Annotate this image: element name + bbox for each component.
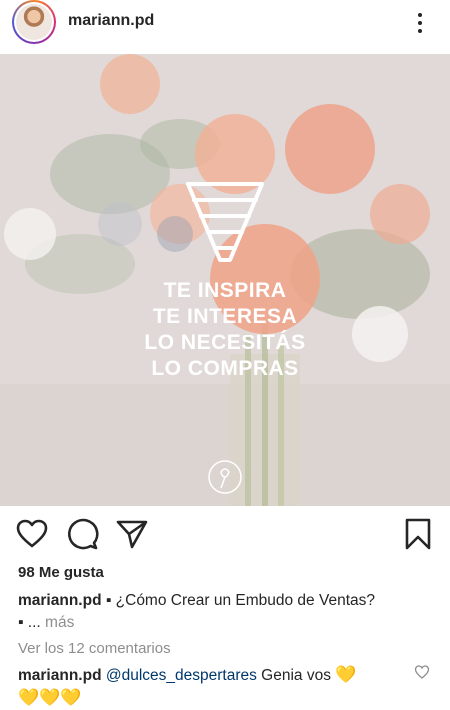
dot [418, 29, 422, 33]
post-image[interactable]: TE INSPIRA TE INTERESA LO NECESITÁS LO C… [0, 54, 450, 506]
comment-text: Genia vos [256, 667, 336, 684]
comment-icon[interactable] [64, 516, 100, 552]
overlay-line-4: LO COMPRAS [151, 357, 299, 380]
comment-username[interactable]: mariann.pd [18, 667, 102, 684]
caption-line2: ▪ ... [18, 614, 46, 631]
comment-mention[interactable]: @dulces_despertares [106, 667, 257, 684]
overlay-line-1: TE INSPIRA [163, 279, 287, 302]
post-overlay-text: TE INSPIRA TE INTERESA LO NECESITÁS LO C… [0, 278, 450, 382]
post-header: mariann.pd [0, 0, 450, 54]
more-vertical-icon[interactable] [410, 10, 430, 36]
caption-username[interactable]: mariann.pd [18, 592, 102, 609]
avatar-image [16, 4, 52, 40]
post-actions [0, 506, 450, 562]
heart-icon[interactable] [14, 516, 50, 552]
yellow-heart-emojis: 💛💛💛 [18, 688, 82, 707]
yellow-heart-emoji: 💛 [335, 665, 357, 684]
dot [418, 13, 422, 17]
like-count[interactable]: 98 Me gusta [18, 564, 104, 581]
avatar-border [14, 2, 54, 42]
overlay-line-3: LO NECESITÁS [144, 331, 306, 354]
caption-more-link[interactable]: más [45, 614, 74, 631]
avatar[interactable] [12, 0, 56, 44]
overlay-line-2: TE INTERESA [152, 305, 298, 328]
comment-like-heart-icon[interactable] [414, 664, 430, 680]
send-icon[interactable] [114, 516, 150, 552]
comment-item: mariann.pd @dulces_despertares Genia vos… [18, 664, 408, 710]
bookmark-icon[interactable] [400, 516, 436, 552]
dot [418, 21, 422, 25]
view-comments-link[interactable]: Ver los 12 comentarios [18, 640, 171, 657]
post-username[interactable]: mariann.pd [68, 12, 154, 30]
post-caption: mariann.pd ▪ ¿Cómo Crear un Embudo de Ve… [18, 590, 438, 634]
caption-text: ▪ ¿Cómo Crear un Embudo de Ventas? [101, 592, 375, 609]
